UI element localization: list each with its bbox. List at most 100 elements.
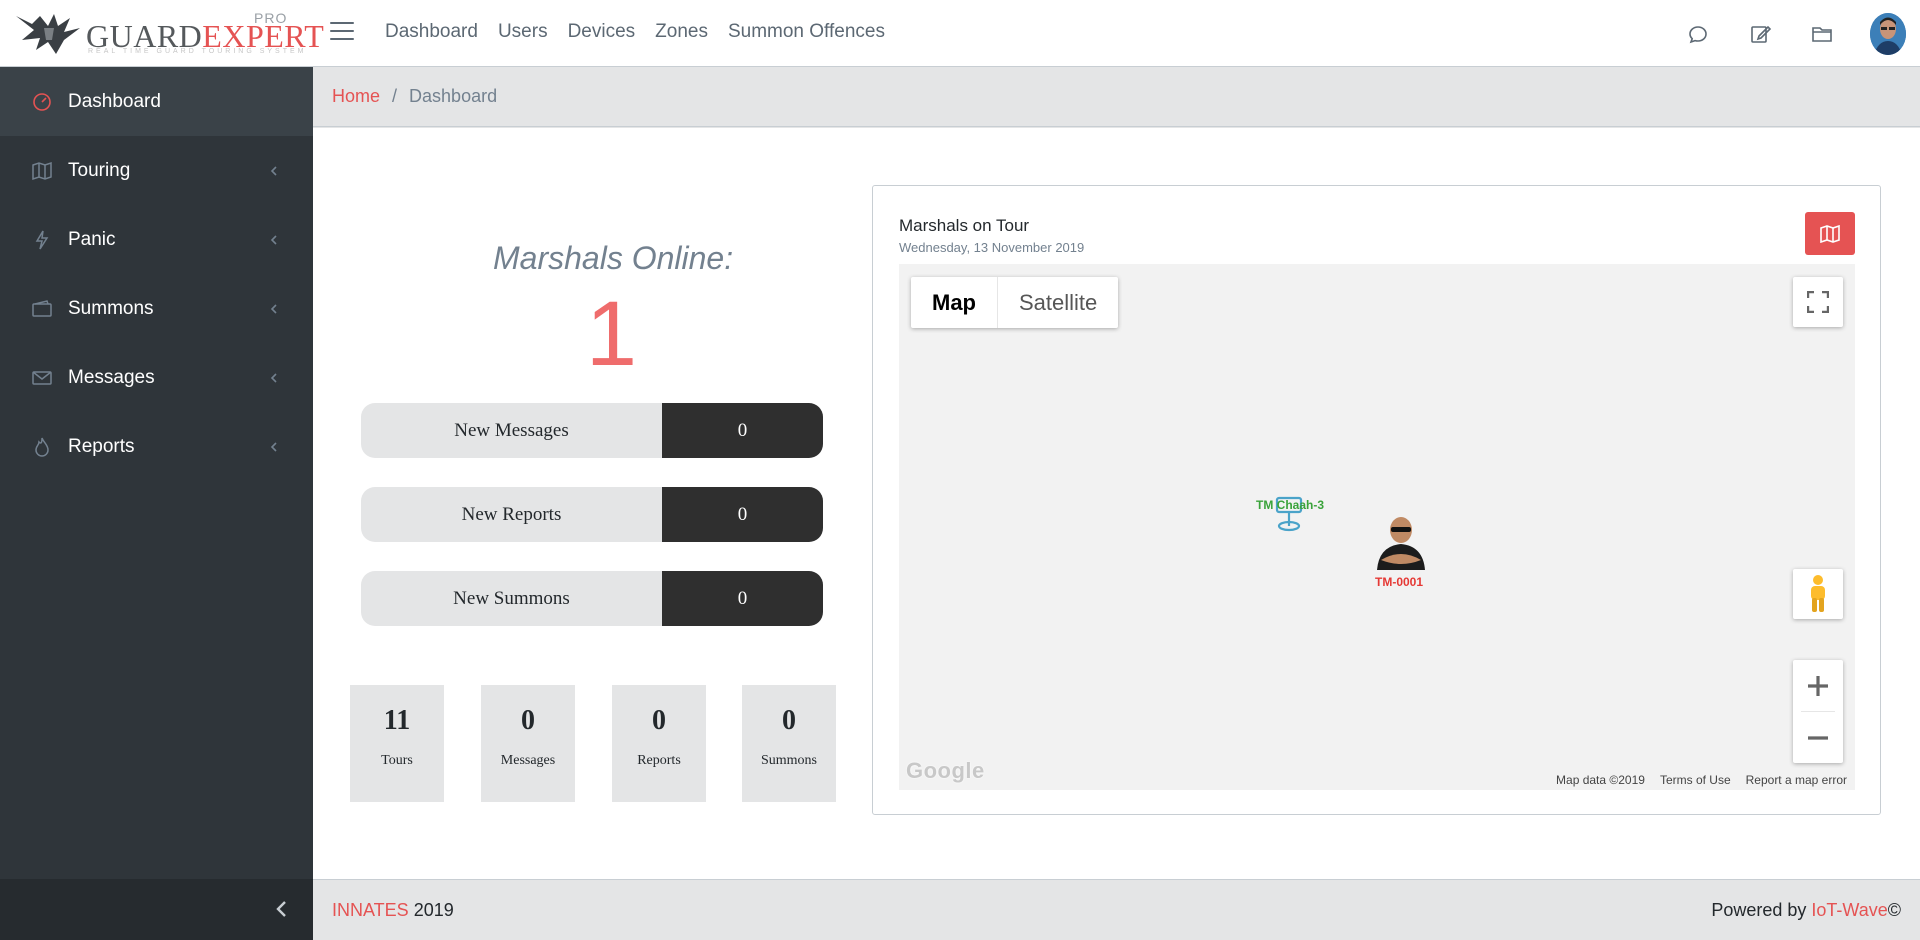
marshal-marker[interactable] bbox=[1373, 510, 1429, 575]
marshals-online-title: Marshals Online: bbox=[493, 240, 734, 276]
terms-of-use-link[interactable]: Terms of Use bbox=[1660, 773, 1731, 787]
nav-dashboard[interactable]: Dashboard bbox=[385, 21, 478, 43]
box-value: 11 bbox=[383, 705, 411, 736]
report-map-error-link[interactable]: Report a map error bbox=[1746, 773, 1847, 787]
map-data-notice: Map data ©2019 bbox=[1556, 773, 1645, 787]
pegman-icon bbox=[1811, 575, 1825, 612]
header-actions bbox=[1686, 0, 1920, 67]
chevron-left-icon bbox=[270, 235, 277, 245]
powered-by-link[interactable]: IoT-Wave bbox=[1811, 900, 1887, 920]
map-type-satellite-button[interactable]: Satellite bbox=[997, 277, 1118, 328]
sidebar-item-summons[interactable]: Summons bbox=[0, 274, 313, 343]
box-label: Messages bbox=[500, 753, 556, 768]
street-view-pegman[interactable] bbox=[1793, 569, 1843, 619]
map-icon bbox=[32, 161, 52, 181]
fire-icon bbox=[32, 437, 52, 457]
messages-count-box[interactable]: 0 Messages bbox=[481, 685, 575, 802]
top-nav: Dashboard Users Devices Zones Summon Off… bbox=[385, 21, 905, 43]
powered-by-prefix: Powered by bbox=[1711, 900, 1812, 920]
sidebar-item-messages[interactable]: Messages bbox=[0, 343, 313, 412]
minus-icon bbox=[1808, 735, 1828, 740]
new-summons-stat[interactable]: New Summons 0 bbox=[361, 571, 823, 626]
summons-count-box[interactable]: 0 Summons bbox=[742, 685, 836, 802]
footer-left: INNATES 2019 bbox=[332, 900, 454, 921]
breadcrumb-separator: / bbox=[392, 86, 398, 106]
menu-toggle-button[interactable] bbox=[330, 22, 354, 44]
tours-count-box[interactable]: 11 Tours bbox=[350, 685, 444, 802]
brand-badge: PRO bbox=[254, 10, 288, 26]
nav-summon-offences[interactable]: Summon Offences bbox=[728, 21, 885, 43]
sidebar-item-label: Reports bbox=[68, 435, 135, 457]
zoom-control bbox=[1793, 660, 1843, 763]
fullscreen-icon bbox=[1807, 291, 1829, 313]
breadcrumb-home[interactable]: Home bbox=[332, 86, 380, 107]
zoom-in-button[interactable] bbox=[1793, 660, 1843, 711]
app-header: GUARDEXPERT PRO REAL TIME GUARD TOURING … bbox=[0, 0, 1920, 67]
checkpoint-label: TM Chaah-3 bbox=[1256, 498, 1325, 512]
eagle-logo-icon bbox=[16, 14, 80, 54]
sidebar-item-label: Messages bbox=[68, 366, 155, 388]
sidebar-item-dashboard[interactable]: Dashboard bbox=[0, 67, 313, 136]
nav-devices[interactable]: Devices bbox=[568, 21, 636, 43]
chevron-left-icon bbox=[270, 442, 277, 452]
box-label: Reports bbox=[637, 753, 681, 768]
brand-tagline: REAL TIME GUARD TOURING SYSTEM bbox=[88, 48, 307, 55]
marshals-map-card: Marshals on Tour Wednesday, 13 November … bbox=[872, 185, 1881, 815]
sidebar-item-panic[interactable]: Panic bbox=[0, 205, 313, 274]
footer-year: 2019 bbox=[408, 900, 454, 920]
map-attribution: Map data ©2019 Terms of Use Report a map… bbox=[1556, 773, 1847, 787]
plus-icon bbox=[1808, 675, 1828, 696]
company-link[interactable]: INNATES bbox=[332, 900, 409, 920]
new-messages-stat[interactable]: New Messages 0 bbox=[361, 403, 823, 458]
footer-right: Powered by IoT-Wave© bbox=[1711, 900, 1901, 921]
sidebar-item-label: Dashboard bbox=[68, 90, 161, 112]
stat-value: 0 bbox=[662, 571, 823, 626]
stat-label: New Summons bbox=[361, 571, 662, 626]
speedometer-icon bbox=[32, 92, 52, 112]
app-footer: INNATES 2019 Powered by IoT-Wave© bbox=[313, 879, 1920, 940]
google-map[interactable]: Map Satellite TM Chaah-3 TM-0001 Google … bbox=[899, 264, 1855, 790]
copyright-symbol: © bbox=[1887, 900, 1901, 920]
box-label: Summons bbox=[760, 753, 817, 768]
reports-count-box[interactable]: 0 Reports bbox=[612, 685, 706, 802]
breadcrumb-current: Dashboard bbox=[409, 86, 498, 106]
nav-users[interactable]: Users bbox=[498, 21, 548, 43]
new-reports-stat[interactable]: New Reports 0 bbox=[361, 487, 823, 542]
open-map-button[interactable] bbox=[1805, 212, 1855, 255]
marshals-online-count: 1 bbox=[585, 283, 638, 385]
sidebar: Dashboard Touring Panic Summons Messages… bbox=[0, 67, 313, 940]
edit-icon[interactable] bbox=[1748, 22, 1772, 46]
chevron-left-icon bbox=[270, 166, 277, 176]
google-logo: Google bbox=[906, 758, 985, 783]
chevron-left-icon bbox=[270, 304, 277, 314]
user-photo-icon bbox=[1870, 12, 1906, 55]
card-title: Marshals on Tour bbox=[899, 216, 1030, 235]
chat-icon[interactable] bbox=[1686, 22, 1710, 46]
sidebar-item-reports[interactable]: Reports bbox=[0, 412, 313, 481]
map-type-map-button[interactable]: Map bbox=[911, 277, 997, 328]
stat-value: 0 bbox=[662, 487, 823, 542]
stat-value: 0 bbox=[662, 403, 823, 458]
folder-icon[interactable] bbox=[1810, 22, 1834, 46]
zoom-out-button[interactable] bbox=[1793, 712, 1843, 763]
stat-label: New Messages bbox=[361, 403, 662, 458]
logo[interactable]: GUARDEXPERT PRO REAL TIME GUARD TOURING … bbox=[14, 8, 324, 58]
sidebar-item-label: Panic bbox=[68, 228, 116, 250]
card-date: Wednesday, 13 November 2019 bbox=[899, 240, 1085, 255]
chevron-left-icon bbox=[276, 901, 286, 917]
sidebar-minimize-button[interactable] bbox=[0, 879, 313, 940]
box-value: 0 bbox=[521, 705, 535, 736]
nav-zones[interactable]: Zones bbox=[655, 21, 708, 43]
sidebar-item-touring[interactable]: Touring bbox=[0, 136, 313, 205]
bolt-icon bbox=[32, 230, 52, 250]
box-label: Tours bbox=[381, 753, 413, 768]
marshal-label: TM-0001 bbox=[1375, 575, 1424, 589]
wallet-icon bbox=[32, 299, 52, 319]
user-avatar[interactable] bbox=[1870, 12, 1906, 55]
breadcrumb: Home / Dashboard bbox=[313, 67, 1920, 127]
fullscreen-button[interactable] bbox=[1793, 277, 1843, 327]
sidebar-item-label: Summons bbox=[68, 297, 154, 319]
sidebar-item-label: Touring bbox=[68, 159, 131, 181]
guard-avatar-icon bbox=[1377, 517, 1425, 570]
map-type-control: Map Satellite bbox=[911, 277, 1119, 328]
